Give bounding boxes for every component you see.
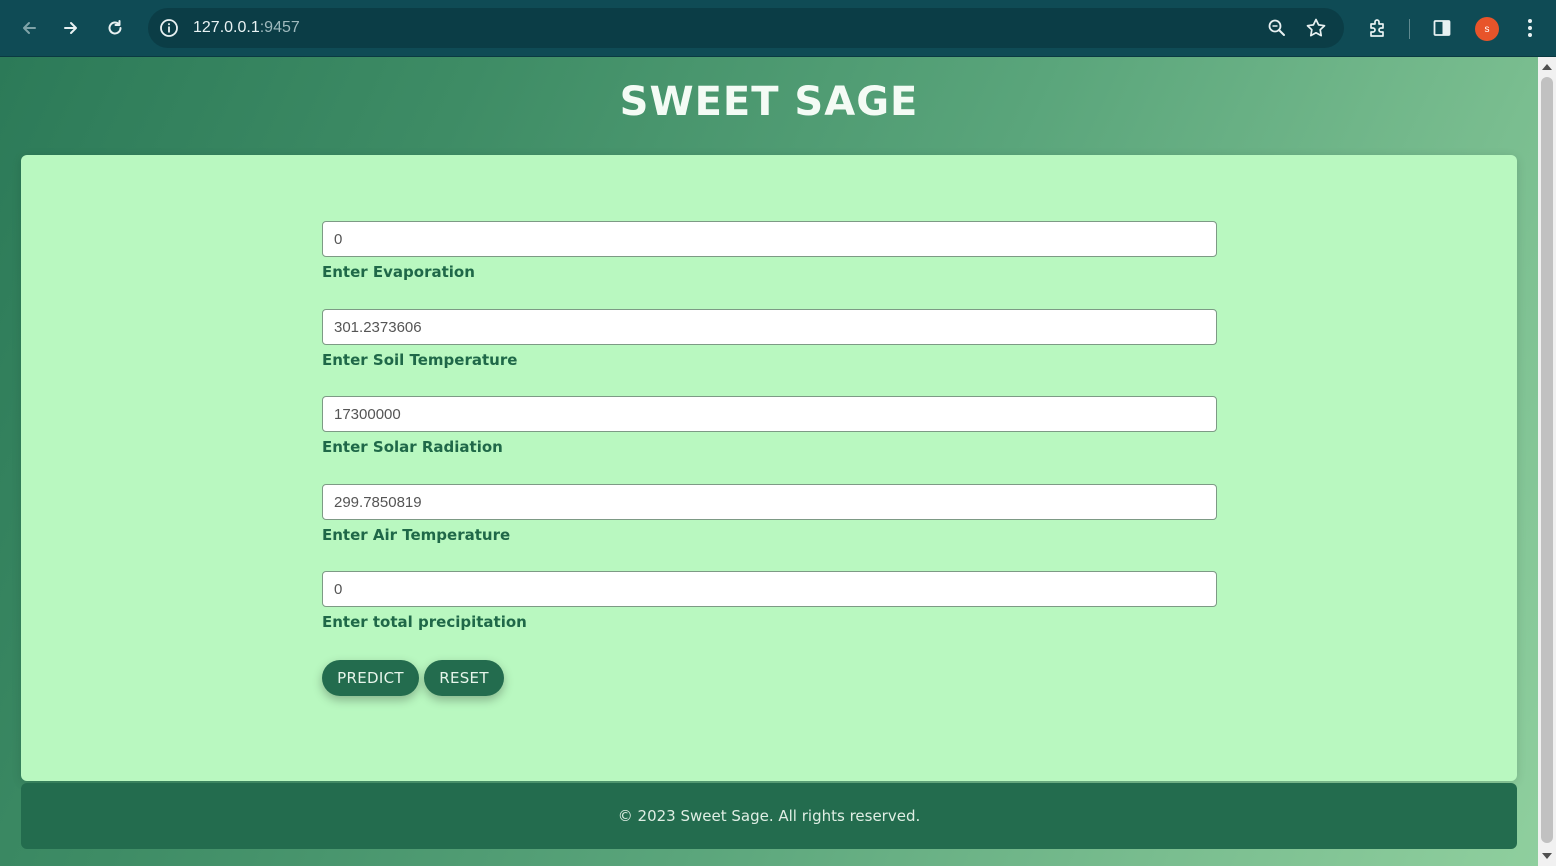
total-precipitation-label: Enter total precipitation	[322, 613, 527, 631]
air-temperature-label: Enter Air Temperature	[322, 526, 511, 544]
air-temperature-input[interactable]	[322, 484, 1217, 520]
total-precipitation-field-group: Enter total precipitation	[322, 571, 1217, 631]
evaporation-input[interactable]	[322, 221, 1217, 257]
reload-icon[interactable]	[101, 14, 129, 42]
solar-radiation-input[interactable]	[322, 396, 1217, 432]
profile-avatar[interactable]: s	[1475, 17, 1499, 41]
page-title: SWEET SAGE	[619, 79, 919, 125]
scroll-down-arrow-icon[interactable]	[1542, 853, 1552, 859]
url-host: 127.0.0.1	[193, 19, 260, 36]
reset-button[interactable]: RESET	[424, 660, 504, 696]
star-icon[interactable]	[1305, 17, 1327, 44]
soil-temperature-input[interactable]	[322, 309, 1217, 345]
page-viewport: SWEET SAGE Enter Evaporation Enter Soil …	[0, 57, 1538, 866]
prediction-form: Enter Evaporation Enter Soil Temperature…	[21, 155, 1517, 781]
back-arrow-icon[interactable]	[15, 14, 43, 42]
evaporation-field-group: Enter Evaporation	[322, 221, 1217, 281]
address-bar[interactable]: 127.0.0.1:9457	[148, 8, 1344, 48]
side-panel-icon[interactable]	[1428, 14, 1456, 42]
vertical-scrollbar[interactable]	[1538, 57, 1556, 866]
predict-button[interactable]: PREDICT	[322, 660, 419, 696]
total-precipitation-input[interactable]	[322, 571, 1217, 607]
extensions-icon[interactable]	[1364, 14, 1392, 42]
evaporation-label: Enter Evaporation	[322, 263, 475, 281]
footer-copyright: © 2023 Sweet Sage. All rights reserved.	[617, 807, 921, 825]
kebab-menu-icon[interactable]	[1516, 14, 1544, 42]
toolbar-separator	[1409, 19, 1410, 39]
scroll-up-arrow-icon[interactable]	[1542, 64, 1552, 70]
soil-temperature-field-group: Enter Soil Temperature	[322, 309, 1217, 369]
url-text: 127.0.0.1:9457	[193, 19, 300, 37]
forward-arrow-icon[interactable]	[57, 14, 85, 42]
solar-radiation-label: Enter Solar Radiation	[322, 438, 503, 456]
info-icon[interactable]	[158, 17, 180, 44]
url-port: :9457	[259, 19, 300, 36]
footer: © 2023 Sweet Sage. All rights reserved.	[21, 783, 1517, 849]
soil-temperature-label: Enter Soil Temperature	[322, 351, 518, 369]
scrollbar-thumb[interactable]	[1541, 77, 1553, 843]
air-temperature-field-group: Enter Air Temperature	[322, 484, 1217, 544]
solar-radiation-field-group: Enter Solar Radiation	[322, 396, 1217, 456]
browser-toolbar: 127.0.0.1:9457 s	[0, 0, 1556, 57]
zoom-icon[interactable]	[1266, 17, 1288, 44]
